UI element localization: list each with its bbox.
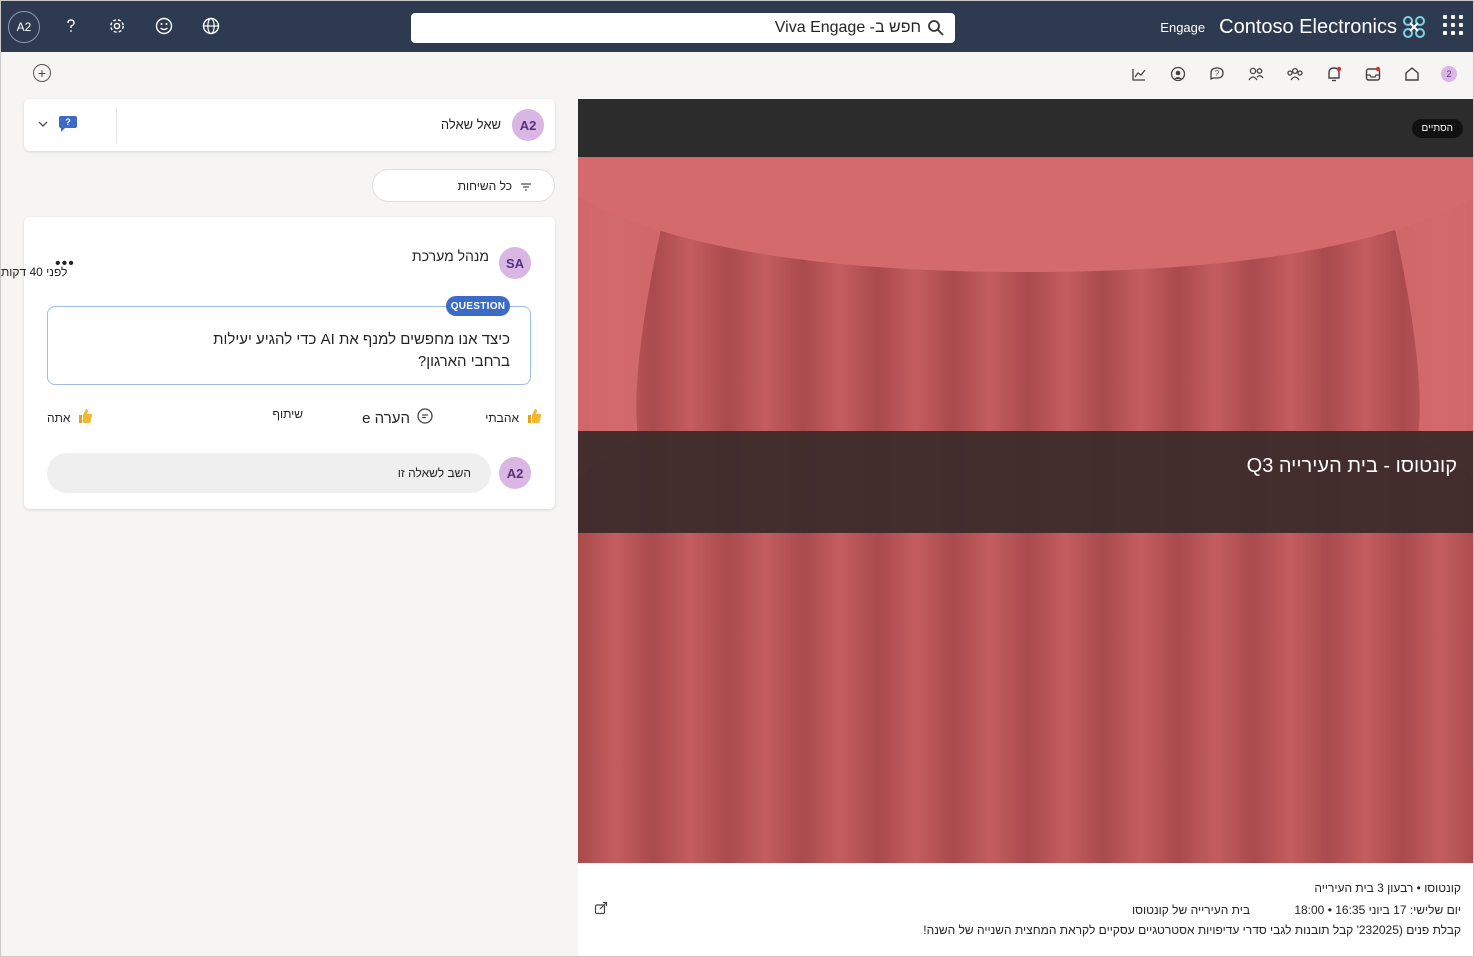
like-label: אהבתי: [485, 410, 519, 425]
brand[interactable]: Engage Contoso Electronics: [1160, 13, 1425, 41]
composer-card[interactable]: A2 שאל שאלה ?: [24, 99, 555, 151]
brand-name: Contoso Electronics: [1219, 15, 1397, 38]
gear-icon[interactable]: [106, 15, 128, 37]
search-box[interactable]: [411, 13, 955, 43]
search-input[interactable]: [521, 19, 921, 37]
comment-label: הערה e: [362, 409, 410, 427]
upvote-label: אתה: [47, 410, 71, 425]
qa-icon[interactable]: ?: [1207, 64, 1227, 84]
thumbs-up-icon: [525, 407, 543, 428]
author-name[interactable]: מנהל מערכת: [412, 248, 489, 264]
event-datetime: יום שלישי: 17 ביוני 16:35 • 18:00: [1294, 903, 1461, 917]
question-post: SA מנהל מערכת ••• לפני 40 דקות QUESTION …: [1, 217, 555, 509]
conversation-filter[interactable]: כל השיחות: [372, 169, 555, 202]
smiley-icon[interactable]: [153, 15, 175, 37]
event-details: קונטוסו • רבעון 3 בית העירייה יום שלישי:…: [578, 863, 1473, 956]
ask-question-prompt[interactable]: שאל שאלה: [441, 117, 501, 132]
comment-icon: [416, 407, 434, 429]
nav-toolbar: 2 ?: [1, 52, 1473, 96]
inbox-icon[interactable]: [1363, 64, 1383, 84]
share-icon[interactable]: [594, 901, 608, 915]
user-avatar[interactable]: A2: [8, 11, 40, 43]
post-time: לפני 40 דקות: [1, 265, 68, 279]
chevron-down-icon[interactable]: [37, 117, 49, 129]
home-icon[interactable]: [1402, 64, 1422, 84]
like-button[interactable]: אהבתי: [485, 407, 543, 428]
top-bar: Engage Contoso Electronics חפש ב- Viva E…: [1, 1, 1473, 52]
question-type-icon[interactable]: ?: [57, 114, 79, 134]
event-series: קונטוסו • רבעון 3 בית העירייה: [1314, 881, 1461, 895]
share-label: שיתוף: [272, 407, 303, 421]
event-title: קונטוסו - בית העירייה Q3: [1246, 455, 1457, 477]
divider: [116, 107, 117, 143]
event-header-strip: הסתיים: [578, 99, 1473, 157]
svg-text:?: ?: [1215, 69, 1220, 78]
event-description: קבלת פנים (232025' קבל תובנות לגבי סדרי …: [923, 923, 1461, 937]
help-icon[interactable]: [60, 15, 82, 37]
notification-icon[interactable]: [1324, 64, 1344, 84]
filter-icon: [520, 180, 532, 192]
author-avatar[interactable]: SA: [499, 247, 531, 279]
waffle-icon[interactable]: [1443, 15, 1463, 35]
share-button[interactable]: שיתוף: [272, 407, 303, 421]
filter-label: כל השיחות: [457, 179, 512, 193]
reply-input[interactable]: השב לשאלה זו: [47, 453, 491, 493]
analytics-icon[interactable]: [1129, 64, 1149, 84]
question-text: כיצד אנו מחפשים למנף את AI כדי להגיע יעי…: [213, 331, 510, 370]
event-host[interactable]: בית העירייה של קונטוסו: [1132, 903, 1250, 917]
people-icon[interactable]: [1246, 64, 1266, 84]
post-actions: אהבתי הערה e שיתוף אתה: [24, 407, 555, 431]
app-window: Engage Contoso Electronics חפש ב- Viva E…: [0, 0, 1474, 957]
counter-badge[interactable]: 2: [1439, 64, 1459, 84]
thumbs-up-small-icon: [76, 407, 94, 428]
comment-button[interactable]: הערה e: [362, 407, 434, 429]
search-icon: [927, 19, 945, 37]
event-status-badge: הסתיים: [1411, 119, 1463, 138]
storylines-icon[interactable]: [1168, 64, 1188, 84]
communities-icon[interactable]: [1285, 64, 1305, 84]
question-badge: QUESTION: [446, 296, 510, 316]
event-title-band: קונטוסו - בית העירייה Q3: [578, 431, 1473, 533]
event-panel: הסתיים קונטוסו - בית העירייה Q3 קונטוסו …: [578, 99, 1473, 956]
composer-avatar: A2: [512, 109, 544, 141]
reply-placeholder: השב לשאלה זו: [397, 466, 471, 480]
brand-logo-icon: [1403, 16, 1425, 38]
upvote-button[interactable]: אתה: [47, 407, 94, 428]
globe-icon[interactable]: [200, 15, 222, 37]
svg-text:?: ?: [65, 117, 71, 127]
reply-avatar: A2: [499, 457, 531, 489]
product-name: Engage: [1160, 19, 1206, 35]
add-icon[interactable]: +: [33, 64, 51, 82]
